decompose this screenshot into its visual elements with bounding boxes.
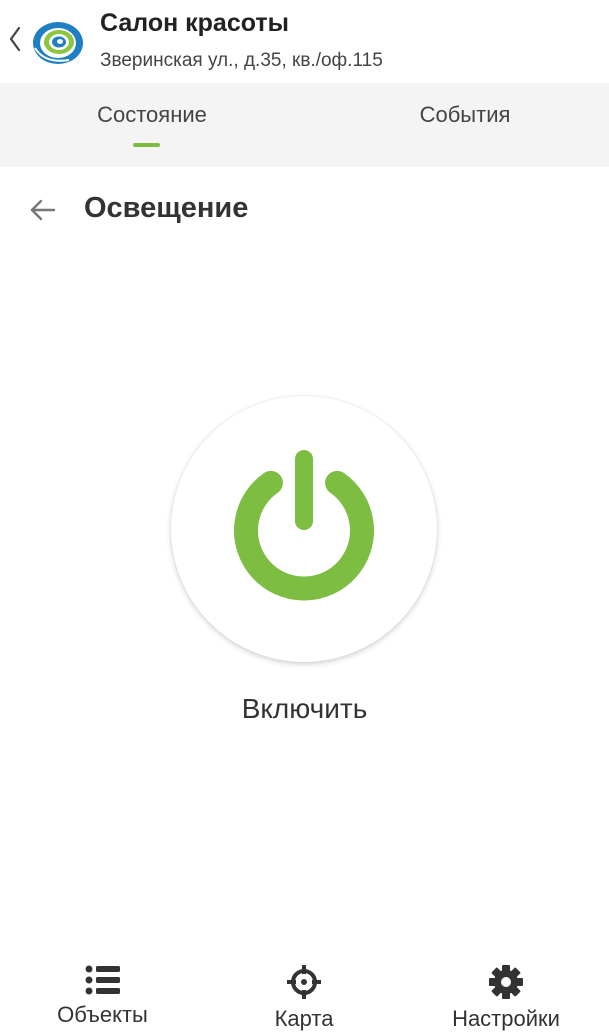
object-title: Салон красоты (100, 9, 289, 37)
nav-objects-label: Объекты (57, 1002, 148, 1027)
list-icon (85, 965, 120, 995)
tab-events-label: События (419, 102, 511, 127)
nav-map[interactable]: Карта (250, 950, 358, 1036)
tab-bar: Состояние События (0, 83, 609, 167)
company-logo (33, 22, 83, 64)
tab-events[interactable]: События (340, 83, 590, 167)
nav-settings[interactable]: Настройки (440, 950, 572, 1036)
tab-state-label: Состояние (97, 102, 207, 127)
arrow-left-icon[interactable] (26, 194, 58, 226)
active-tab-indicator (133, 143, 160, 147)
nav-objects[interactable]: Объекты (40, 950, 165, 1036)
power-icon (234, 450, 374, 601)
chevron-left-icon[interactable] (6, 22, 26, 56)
object-address: Зверинская ул., д.35, кв./оф.115 (100, 50, 383, 71)
section-title: Освещение (84, 192, 249, 224)
nav-settings-label: Настройки (452, 1006, 560, 1031)
power-button-label: Включить (241, 693, 368, 724)
bottom-navigation: Объекты Карта Настройки (0, 950, 609, 1036)
gear-icon (489, 965, 523, 999)
power-button[interactable] (171, 396, 437, 662)
tab-state[interactable]: Состояние (0, 83, 304, 167)
crosshair-icon (287, 965, 321, 999)
app-header: Салон красоты Зверинская ул., д.35, кв./… (0, 0, 609, 83)
nav-map-label: Карта (274, 1006, 334, 1031)
